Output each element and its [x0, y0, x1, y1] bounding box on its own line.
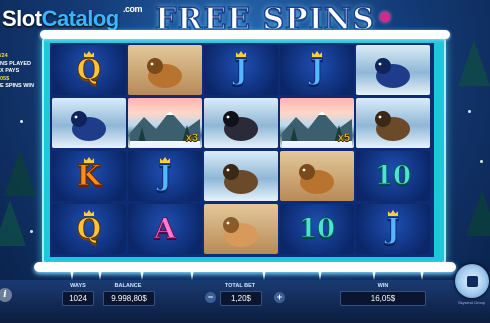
snow-flake — [30, 230, 33, 233]
reel-cell: J — [280, 45, 354, 95]
reel-cell: K — [52, 151, 126, 201]
balance-value: 9.998,80$ — [103, 291, 155, 306]
hare-symbol — [356, 45, 430, 95]
reel-cell: J — [356, 204, 430, 254]
snow-flake — [480, 160, 483, 163]
reel-cell: J — [128, 151, 202, 201]
letter-symbol: J — [310, 53, 324, 86]
watermark-part1: Slot — [2, 6, 42, 31]
letter-symbol: Q — [76, 53, 102, 86]
letter-symbol: Q — [76, 212, 102, 245]
reel-cell — [280, 151, 354, 201]
crown-icon — [160, 157, 170, 163]
letter-symbol: A — [154, 212, 177, 245]
reel-cell: x3 — [128, 98, 202, 148]
total-bet-label: TOTAL BET — [224, 283, 256, 289]
watermark-logo: SlotCatalog .com — [2, 4, 143, 32]
letter-symbol: 10 — [374, 161, 412, 191]
reel-grid: Q J Jx3 x5 K J 10 Q A 10 J — [50, 43, 434, 257]
info-line: 05$ — [0, 75, 10, 82]
icicle — [262, 270, 266, 280]
chipmunk-symbol — [128, 45, 202, 95]
reel-cell: x5 — [280, 98, 354, 148]
ways-label: WAYS — [70, 283, 86, 289]
hare-symbol — [52, 98, 126, 148]
reel-cell: J — [204, 45, 278, 95]
bet-decrease-button[interactable]: − — [205, 292, 216, 303]
crown-icon — [84, 51, 94, 57]
icicle — [98, 270, 102, 280]
reel-cell: 10 — [280, 204, 354, 254]
reel-cell — [52, 98, 126, 148]
stop-icon — [466, 275, 478, 287]
chamois-symbol — [204, 151, 278, 201]
watermark-part2: Catalog — [41, 6, 120, 31]
reel-cell — [204, 151, 278, 201]
chamois-symbol — [356, 98, 430, 148]
letter-symbol: J — [234, 53, 248, 86]
tree-left-2 — [4, 150, 36, 196]
lynx-symbol — [204, 204, 278, 254]
crown-icon — [84, 157, 94, 163]
icicle — [190, 270, 194, 280]
win-label: WIN — [377, 283, 389, 289]
chipmunk-symbol — [280, 151, 354, 201]
icicle — [70, 270, 74, 280]
info-line: E SPINS WIN — [0, 83, 34, 89]
info-icon: i — [3, 290, 7, 300]
letter-symbol: K — [76, 159, 102, 192]
ornament-icon — [380, 12, 390, 22]
crown-icon — [388, 210, 398, 216]
reel-cell — [356, 98, 430, 148]
icicle — [140, 270, 144, 280]
snow-flake — [468, 110, 471, 113]
reel-cell — [204, 98, 278, 148]
info-line: X PAYS — [0, 68, 20, 74]
reel-snow-base — [34, 262, 456, 272]
reel-cell — [356, 45, 430, 95]
reel-cell — [128, 45, 202, 95]
total-bet-value: 1,20$ — [220, 291, 262, 306]
crown-icon — [236, 51, 246, 57]
multiplier-badge: x3 — [185, 132, 198, 145]
watermark-domain: .com — [123, 4, 143, 14]
letter-symbol: 10 — [298, 214, 336, 244]
icicle — [420, 270, 424, 280]
info-line: NS PLAYED — [0, 60, 31, 67]
provider-footer: Skywind Group — [458, 300, 486, 305]
crown-icon — [312, 51, 322, 57]
multiplier-badge: x5 — [337, 132, 350, 145]
reel-cell — [204, 204, 278, 254]
reel-cell: Q — [52, 45, 126, 95]
free-spins-info-panel: /24 NS PLAYED X PAYS 05$ E SPINS WIN — [0, 53, 34, 91]
letter-symbol: J — [158, 159, 172, 192]
spin-button[interactable] — [455, 264, 489, 298]
tree-right-2 — [466, 190, 490, 236]
reel-cell: 10 — [356, 151, 430, 201]
ways-value: 1024 — [62, 291, 94, 306]
reel-snow-cap — [40, 30, 450, 39]
win-value: 16,05$ — [340, 291, 426, 306]
reel-cell: Q — [52, 204, 126, 254]
reel-cell: A — [128, 204, 202, 254]
crown-icon — [84, 210, 94, 216]
icicle — [318, 270, 322, 280]
grouse-symbol — [204, 98, 278, 148]
balance-label: BALANCE — [114, 283, 142, 289]
info-line: /24 — [0, 53, 8, 59]
icicle — [372, 270, 376, 280]
snow-flake — [20, 120, 23, 123]
letter-symbol: J — [386, 212, 400, 245]
tree-right — [458, 40, 490, 86]
tree-left — [0, 200, 26, 246]
bet-increase-button[interactable]: + — [274, 292, 285, 303]
